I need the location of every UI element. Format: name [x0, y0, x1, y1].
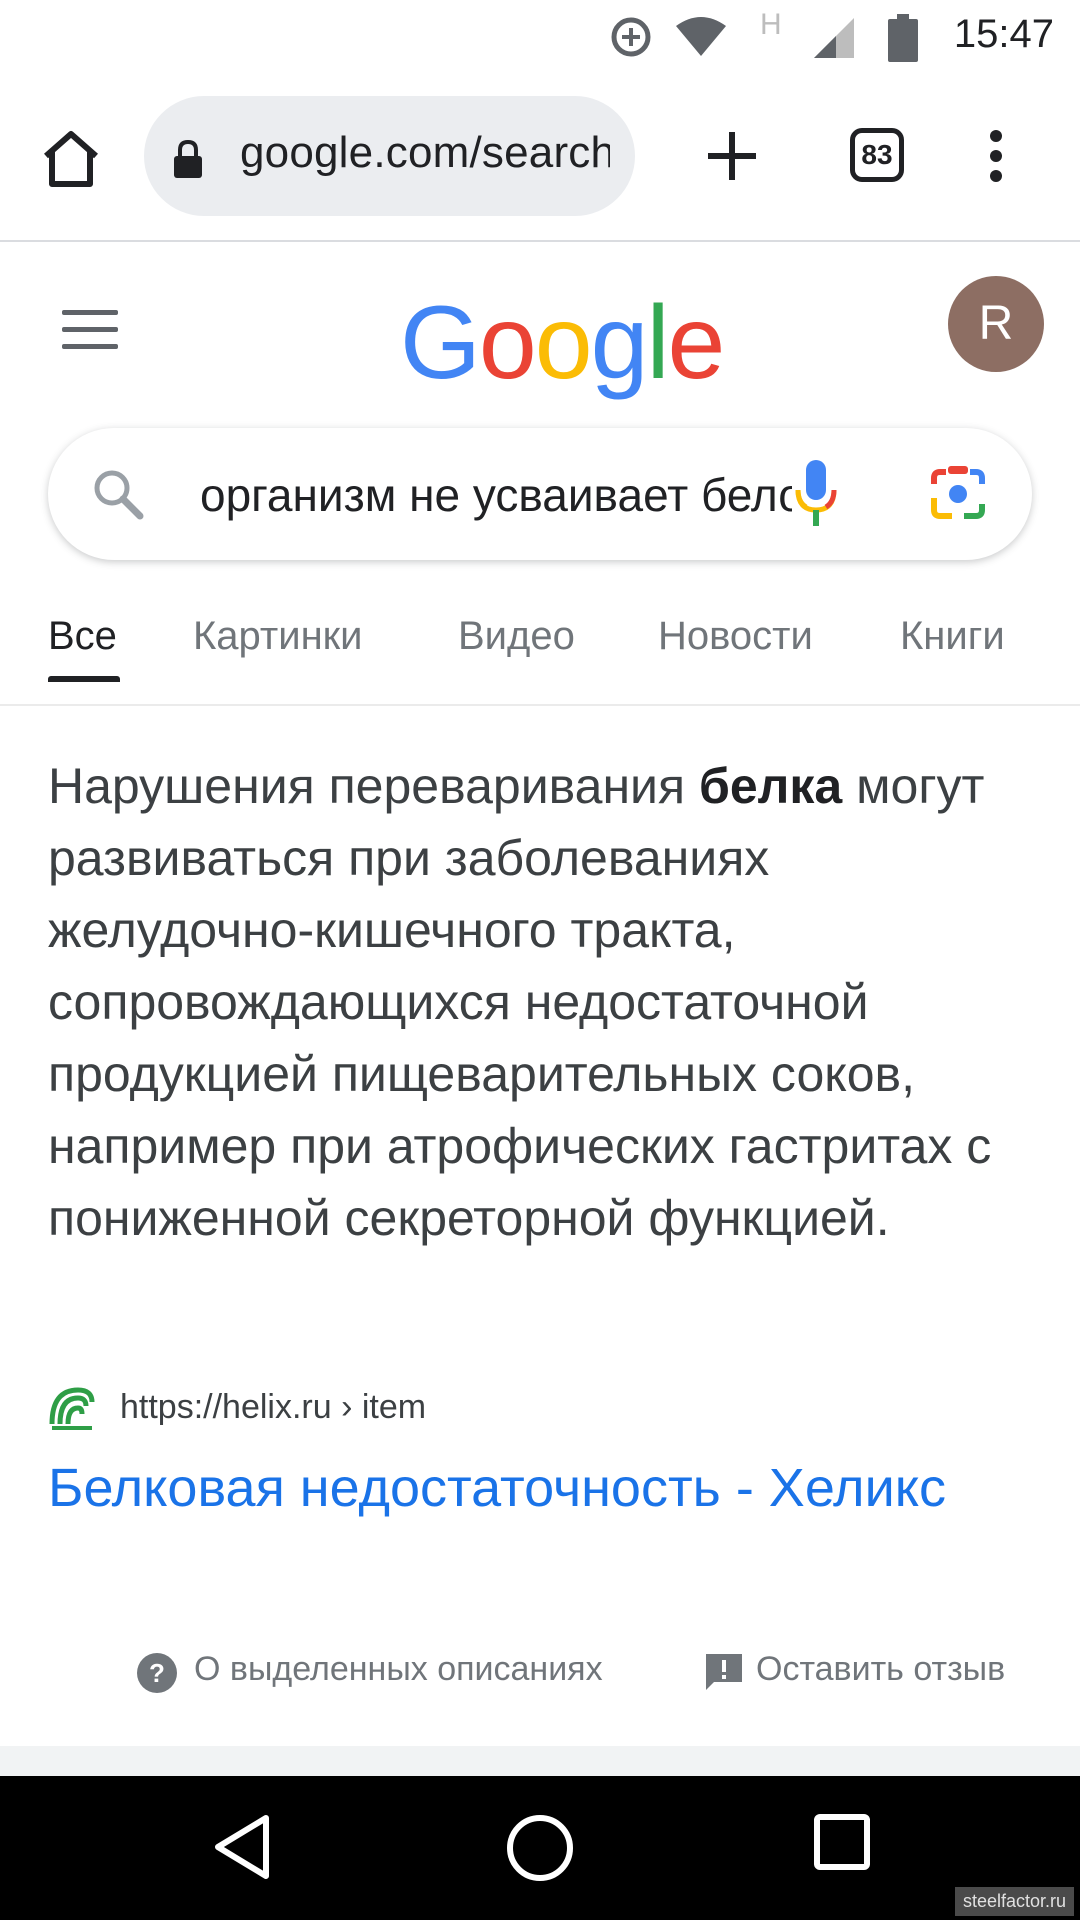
browser-toolbar: google.com/search 83: [0, 78, 1080, 242]
tab-switcher-button[interactable]: 83: [850, 128, 904, 182]
wifi-icon: [676, 17, 726, 56]
google-lens-icon[interactable]: [926, 464, 990, 522]
result-source[interactable]: https://helix.ru › item: [48, 1380, 1032, 1440]
section-divider: [0, 1746, 1080, 1776]
home-icon[interactable]: [40, 128, 102, 190]
search-box[interactable]: организм не усваивает белок: [48, 428, 1032, 560]
snippet-footer: ? О выделенных описаниях Оставить отзыв: [0, 1640, 1080, 1710]
about-featured-snippets-link[interactable]: О выделенных описаниях: [194, 1650, 603, 1689]
logo-letter: o: [478, 285, 537, 401]
logo-letter: l: [646, 285, 669, 401]
svg-text:?: ?: [149, 1658, 165, 1688]
watermark: steelfactor.ru: [954, 1887, 1074, 1916]
lock-icon: [174, 140, 202, 178]
recents-icon[interactable]: [812, 1812, 872, 1872]
snippet-text-start: Нарушения переваривания: [48, 758, 699, 814]
search-icon[interactable]: [90, 466, 146, 522]
help-icon[interactable]: ?: [136, 1652, 178, 1694]
logo-letter: o: [534, 285, 593, 401]
status-bar: H 15:47: [0, 0, 1080, 78]
tab-images[interactable]: Картинки: [193, 614, 363, 659]
menu-icon[interactable]: [62, 310, 118, 350]
data-saver-icon: [611, 17, 651, 57]
home-button-icon[interactable]: [504, 1812, 576, 1884]
result-title-text[interactable]: Белковая недостаточность - Хеликс: [48, 1458, 946, 1518]
feedback-link[interactable]: Оставить отзыв: [756, 1650, 1005, 1689]
system-navigation-bar: steelfactor.ru: [0, 1776, 1080, 1920]
tab-videos[interactable]: Видео: [458, 614, 575, 659]
feedback-icon[interactable]: [704, 1652, 744, 1692]
search-input[interactable]: организм не усваивает белок: [200, 468, 792, 522]
helix-favicon-icon: [48, 1384, 96, 1432]
mic-icon[interactable]: [792, 458, 840, 530]
status-time: 15:47: [953, 12, 1054, 56]
snippet-text-end: могут развиваться при заболеваниях желуд…: [48, 758, 992, 1246]
network-type-badge: H: [760, 8, 782, 41]
featured-snippet-text: Нарушения переваривания белка могут разв…: [48, 750, 1032, 1254]
more-vert-icon[interactable]: [984, 128, 1008, 184]
snippet-highlight: белка: [698, 758, 843, 814]
logo-letter: g: [590, 285, 649, 401]
result-url[interactable]: https://helix.ru › item: [120, 1388, 426, 1427]
new-tab-icon[interactable]: [704, 128, 760, 184]
battery-icon: [888, 14, 918, 62]
tab-news[interactable]: Новости: [658, 614, 813, 659]
cellular-signal-icon: [814, 18, 854, 58]
google-header: Google R: [0, 244, 1080, 424]
search-tabs: Все Картинки Видео Новости Книги: [0, 580, 1080, 706]
screen: H 15:47 google.com/search 83 Google R ор…: [0, 0, 1080, 1920]
account-avatar[interactable]: R: [948, 276, 1044, 372]
tab-all[interactable]: Все: [48, 614, 117, 659]
logo-letter: e: [667, 285, 726, 401]
back-icon[interactable]: [212, 1812, 274, 1882]
google-logo[interactable]: Google: [400, 284, 726, 403]
address-bar-url[interactable]: google.com/search: [240, 128, 610, 178]
address-bar[interactable]: google.com/search: [144, 96, 635, 216]
result-title-link[interactable]: Белковая недостаточность - Хеликс: [48, 1450, 1032, 1526]
active-tab-indicator: [48, 676, 120, 682]
logo-letter: G: [400, 285, 481, 401]
tab-books[interactable]: Книги: [900, 614, 1005, 659]
